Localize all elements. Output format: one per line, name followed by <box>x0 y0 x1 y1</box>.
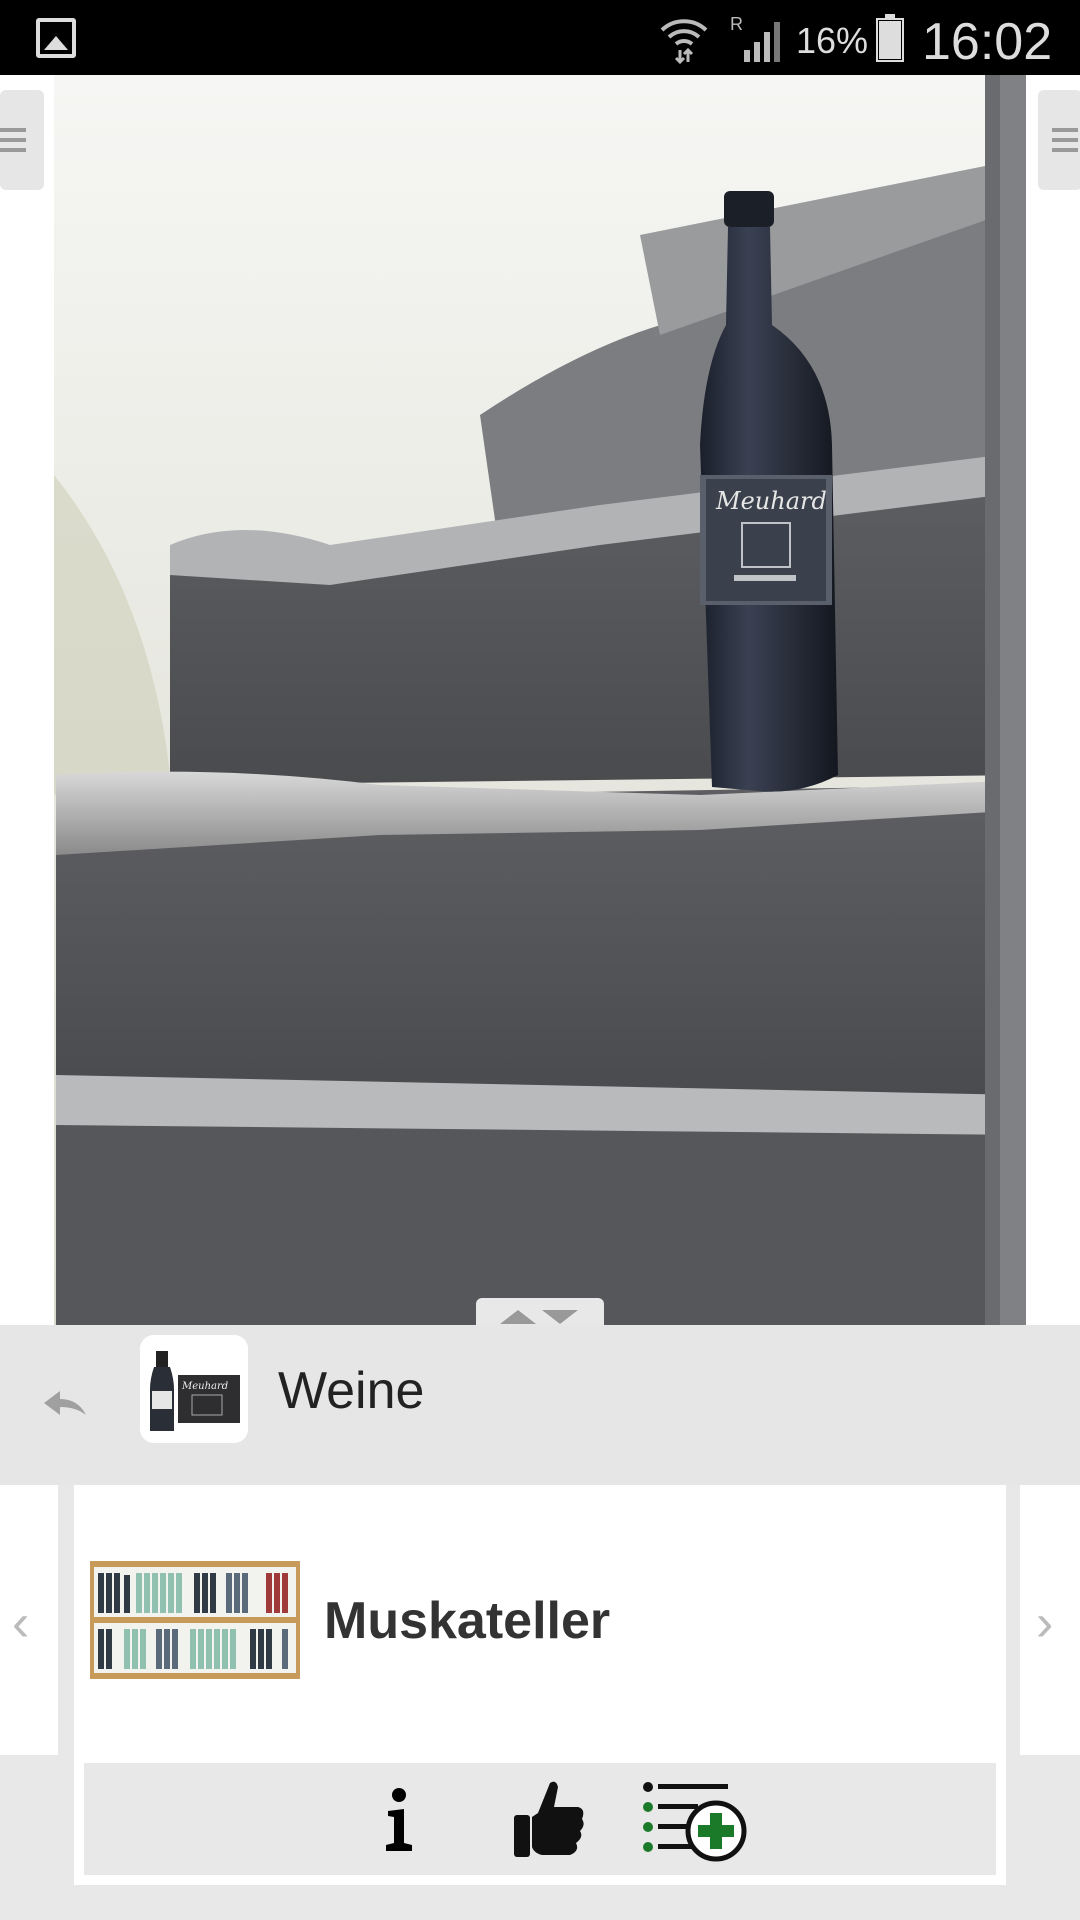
product-card[interactable]: Muskateller <box>74 1485 1006 1885</box>
clock: 16:02 <box>922 13 1053 71</box>
back-arrow-icon[interactable] <box>40 1385 90 1425</box>
collapse-toggle-handle[interactable] <box>476 1298 604 1326</box>
gallery-icon <box>36 18 76 58</box>
menu-icon <box>1052 128 1078 152</box>
product-action-bar <box>84 1763 996 1875</box>
svg-text:R: R <box>730 14 743 34</box>
category-thumbnail[interactable]: Meuhard <box>140 1335 248 1443</box>
hero-image: Meuhard <box>0 75 1080 1325</box>
battery-percent: 16% <box>796 20 869 61</box>
category-bar: Meuhard Weine <box>0 1325 1080 1485</box>
status-bar: R 16% 16:02 <box>0 0 1080 75</box>
product-thumbnail <box>90 1561 300 1679</box>
left-drawer-toggle[interactable] <box>0 90 44 190</box>
product-name: Muskateller <box>324 1592 611 1650</box>
battery-icon <box>876 14 904 62</box>
thumbs-up-icon[interactable] <box>512 1777 586 1859</box>
previous-arrow-icon[interactable]: ‹ <box>12 1597 29 1649</box>
signal-icon: R <box>730 14 780 62</box>
svg-text:Meuhard: Meuhard <box>181 1381 228 1392</box>
category-title: Weine <box>278 1362 425 1420</box>
right-drawer-toggle[interactable] <box>1038 90 1080 190</box>
add-to-list-icon[interactable] <box>640 1779 750 1865</box>
menu-icon <box>0 128 26 152</box>
wifi-icon <box>660 19 708 64</box>
product-carousel: ‹ › Muskateller <box>0 1485 1080 1920</box>
svg-text:Meuhard: Meuhard <box>715 487 827 515</box>
next-arrow-icon[interactable]: › <box>1036 1597 1053 1649</box>
info-icon[interactable] <box>374 1783 424 1855</box>
